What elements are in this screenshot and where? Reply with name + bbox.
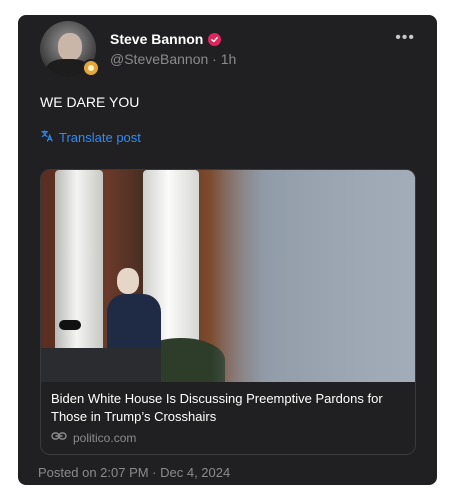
author-handle[interactable]: @SteveBannon [110,51,208,67]
posted-timestamp: Posted on 2:07 PM · Dec 4, 2024 [38,465,231,480]
post-card: Steve Bannon @SteveBannon · 1h ••• WE DA… [18,15,437,485]
link-domain-row[interactable]: politico.com [51,430,136,445]
author-name-text[interactable]: Steve Bannon [110,31,203,47]
handle-separator: · [212,51,221,67]
author-handle-row: @SteveBannon · 1h [110,51,236,67]
microphone [59,320,81,330]
translate-post-link[interactable]: Translate post [40,129,141,145]
link-preview-image[interactable] [41,170,415,382]
link-headline[interactable]: Biden White House Is Discussing Preempti… [51,390,403,426]
blurred-background [211,170,415,382]
translate-icon [40,129,53,145]
podium [41,348,161,382]
more-options-icon[interactable]: ••• [395,29,415,47]
link-domain[interactable]: politico.com [73,431,136,445]
link-preview-card[interactable]: Biden White House Is Discussing Preempti… [40,169,416,455]
avatar-face [58,33,82,61]
author-name[interactable]: Steve Bannon [110,31,222,47]
post-time[interactable]: 1h [221,51,237,67]
translate-label[interactable]: Translate post [59,130,141,145]
gold-badge-icon [82,59,100,77]
link-icon [51,430,67,445]
speaker-head [117,268,139,294]
post-text: WE DARE YOU [40,94,140,110]
verified-check-icon [208,32,222,46]
